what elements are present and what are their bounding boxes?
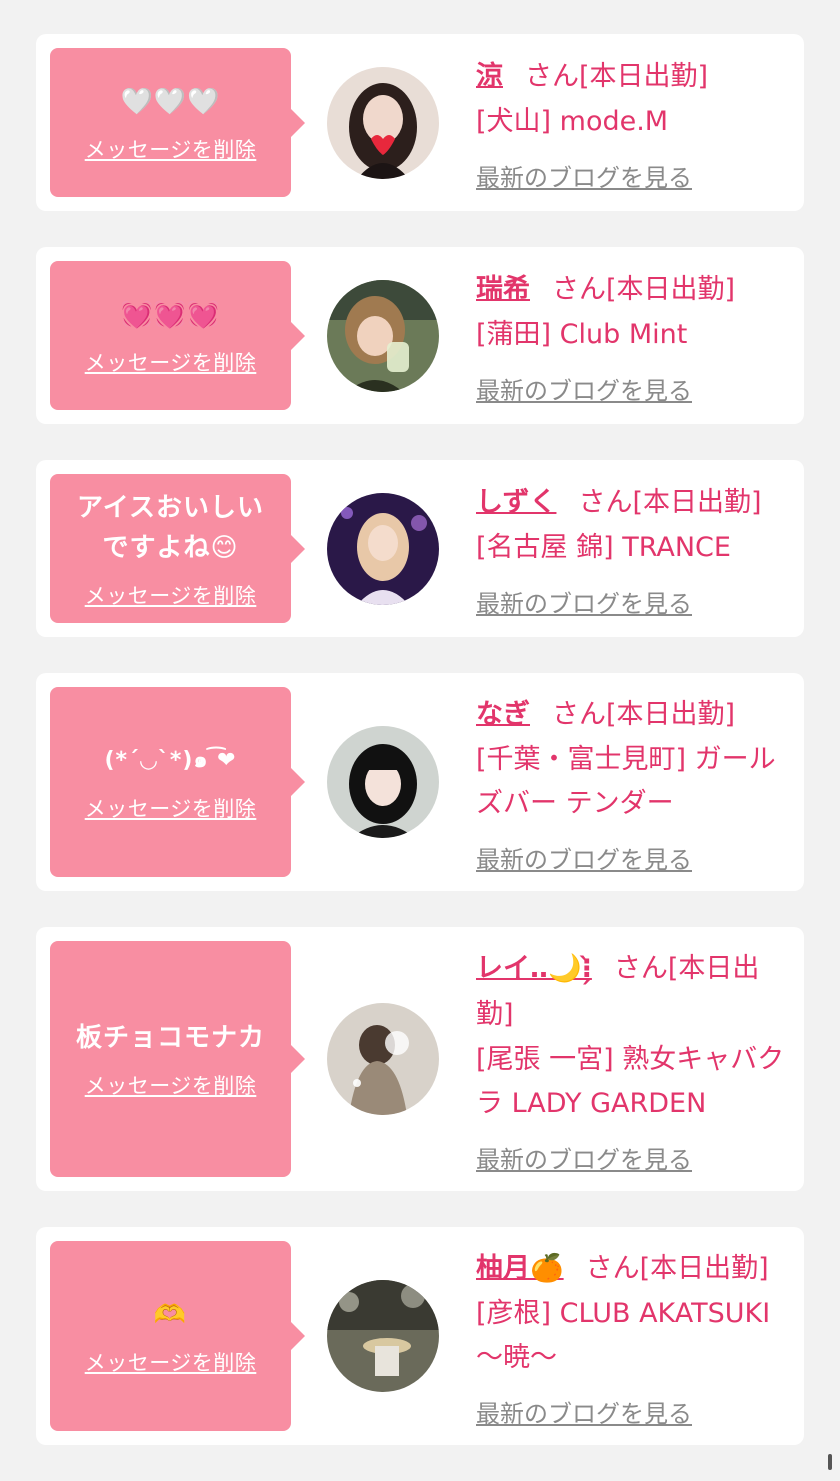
cast-status: さん[本日出勤] <box>552 698 736 730</box>
avatar[interactable] <box>327 1280 439 1392</box>
message-bubble: 🤍🤍🤍 メッセージを削除 <box>50 48 305 197</box>
avatar[interactable] <box>327 492 439 605</box>
message-text: 🫶 <box>153 1300 188 1330</box>
name-line: 涼さん[本日出勤] <box>476 54 796 100</box>
latest-blog-link[interactable]: 最新のブログを見る <box>476 371 692 406</box>
message-bubble: 💓💓💓 メッセージを削除 <box>50 261 305 410</box>
cast-info: レイ‥🌙⁝̗̀ さん[本日出勤] [尾張 一宮] 熟女キャバクラ LADY GAR… <box>476 944 796 1175</box>
cast-name-link[interactable]: 柚月🍊 <box>476 1253 564 1284</box>
latest-blog-link[interactable]: 最新のブログを見る <box>476 1140 692 1175</box>
cast-info: 涼さん[本日出勤] [犬山] mode.M 最新のブログを見る <box>476 52 796 193</box>
cast-name-link[interactable]: レイ‥🌙⁝̗̀ <box>476 953 592 984</box>
message-card: アイスおいしいですよね😊 メッセージを削除 しずく さん[本日出勤] [名古屋 錦… <box>36 460 804 637</box>
message-text: 板チョコモナカ <box>75 1023 265 1053</box>
name-line: 瑞希 さん[本日出勤] <box>476 267 796 313</box>
cast-info: なぎ さん[本日出勤] [千葉・富士見町] ガールズバー テンダー 最新のブログを… <box>476 690 796 875</box>
cast-status: さん[本日出勤] <box>552 274 736 305</box>
message-card: 🫶 メッセージを削除 柚月🍊 さん[本日出勤] [彦根] CLUB AKATSUK… <box>36 1227 804 1445</box>
message-card: 🤍🤍🤍 メッセージを削除 涼さん[本日出勤] [犬山] mode.M 最新のブロ… <box>36 34 804 211</box>
shop-name: [千葉・富士見町] ガールズバー テンダー <box>476 743 776 819</box>
shop-name: [名古屋 錦] TRANCE <box>476 532 731 563</box>
message-text: アイスおいしいですよね😊 <box>77 492 264 563</box>
message-bubble: 🫶 メッセージを削除 <box>50 1241 305 1431</box>
avatar[interactable] <box>327 1003 439 1115</box>
message-card: 板チョコモナカ メッセージを削除 レイ‥🌙⁝̗̀ さん[本日出勤] [尾張 一宮]… <box>36 927 804 1191</box>
latest-blog-link[interactable]: 最新のブログを見る <box>476 158 692 193</box>
avatar[interactable] <box>327 66 439 179</box>
message-text: (*´◡`*)๑ ͡❤ <box>104 748 237 773</box>
cast-info: しずく さん[本日出勤] [名古屋 錦] TRANCE 最新のブログを見る <box>476 478 796 619</box>
cast-name-link[interactable]: なぎ <box>476 699 530 730</box>
name-line: 柚月🍊 さん[本日出勤] <box>476 1246 796 1292</box>
latest-blog-link[interactable]: 最新のブログを見る <box>476 584 692 619</box>
cast-status: さん[本日出勤] <box>578 487 762 518</box>
avatar[interactable] <box>327 279 439 392</box>
name-line: レイ‥🌙⁝̗̀ さん[本日出勤] <box>476 946 796 1038</box>
delete-message-link[interactable]: メッセージを削除 <box>85 1070 257 1100</box>
name-line: なぎ さん[本日出勤] <box>476 692 796 738</box>
cast-name-link[interactable]: 涼 <box>476 61 503 92</box>
delete-message-link[interactable]: メッセージを削除 <box>85 134 257 164</box>
cast-name-link[interactable]: しずく <box>476 487 556 518</box>
cast-info: 瑞希 さん[本日出勤] [蒲田] Club Mint 最新のブログを見る <box>476 265 796 406</box>
message-card: 💓💓💓 メッセージを削除 瑞希 さん[本日出勤] [蒲田] Club Mint 最… <box>36 247 804 424</box>
cast-name-link[interactable]: 瑞希 <box>476 274 530 305</box>
delete-message-link[interactable]: メッセージを削除 <box>85 1347 257 1377</box>
message-text: 🤍🤍🤍 <box>120 86 221 117</box>
latest-blog-link[interactable]: 最新のブログを見る <box>476 840 692 875</box>
message-bubble: 板チョコモナカ メッセージを削除 <box>50 941 305 1177</box>
shop-name: [彦根] CLUB AKATSUKI 〜暁〜 <box>476 1297 771 1373</box>
cast-status: さん[本日出勤] <box>525 61 709 92</box>
cast-info: 柚月🍊 さん[本日出勤] [彦根] CLUB AKATSUKI 〜暁〜 最新のブロ… <box>476 1244 796 1429</box>
message-card: (*´◡`*)๑ ͡❤ メッセージを削除 なぎ さん[本日出勤] [千葉・富士見町… <box>36 673 804 891</box>
name-line: しずく さん[本日出勤] <box>476 480 796 526</box>
scrollbar[interactable] <box>828 1454 832 1470</box>
delete-message-link[interactable]: メッセージを削除 <box>85 580 257 610</box>
delete-message-link[interactable]: メッセージを削除 <box>85 347 257 377</box>
cast-status: さん[本日出勤] <box>585 1252 769 1284</box>
latest-blog-link[interactable]: 最新のブログを見る <box>476 1394 692 1429</box>
delete-message-link[interactable]: メッセージを削除 <box>85 793 257 823</box>
message-list: 🤍🤍🤍 メッセージを削除 涼さん[本日出勤] [犬山] mode.M 最新のブロ… <box>36 34 804 1481</box>
shop-name: [犬山] mode.M <box>476 106 669 137</box>
shop-name: [尾張 一宮] 熟女キャバクラ LADY GARDEN <box>476 1043 785 1119</box>
message-bubble: アイスおいしいですよね😊 メッセージを削除 <box>50 474 305 623</box>
avatar[interactable] <box>327 726 439 838</box>
message-text: 💓💓💓 <box>120 299 221 330</box>
shop-name: [蒲田] Club Mint <box>476 319 688 350</box>
message-bubble: (*´◡`*)๑ ͡❤ メッセージを削除 <box>50 687 305 877</box>
